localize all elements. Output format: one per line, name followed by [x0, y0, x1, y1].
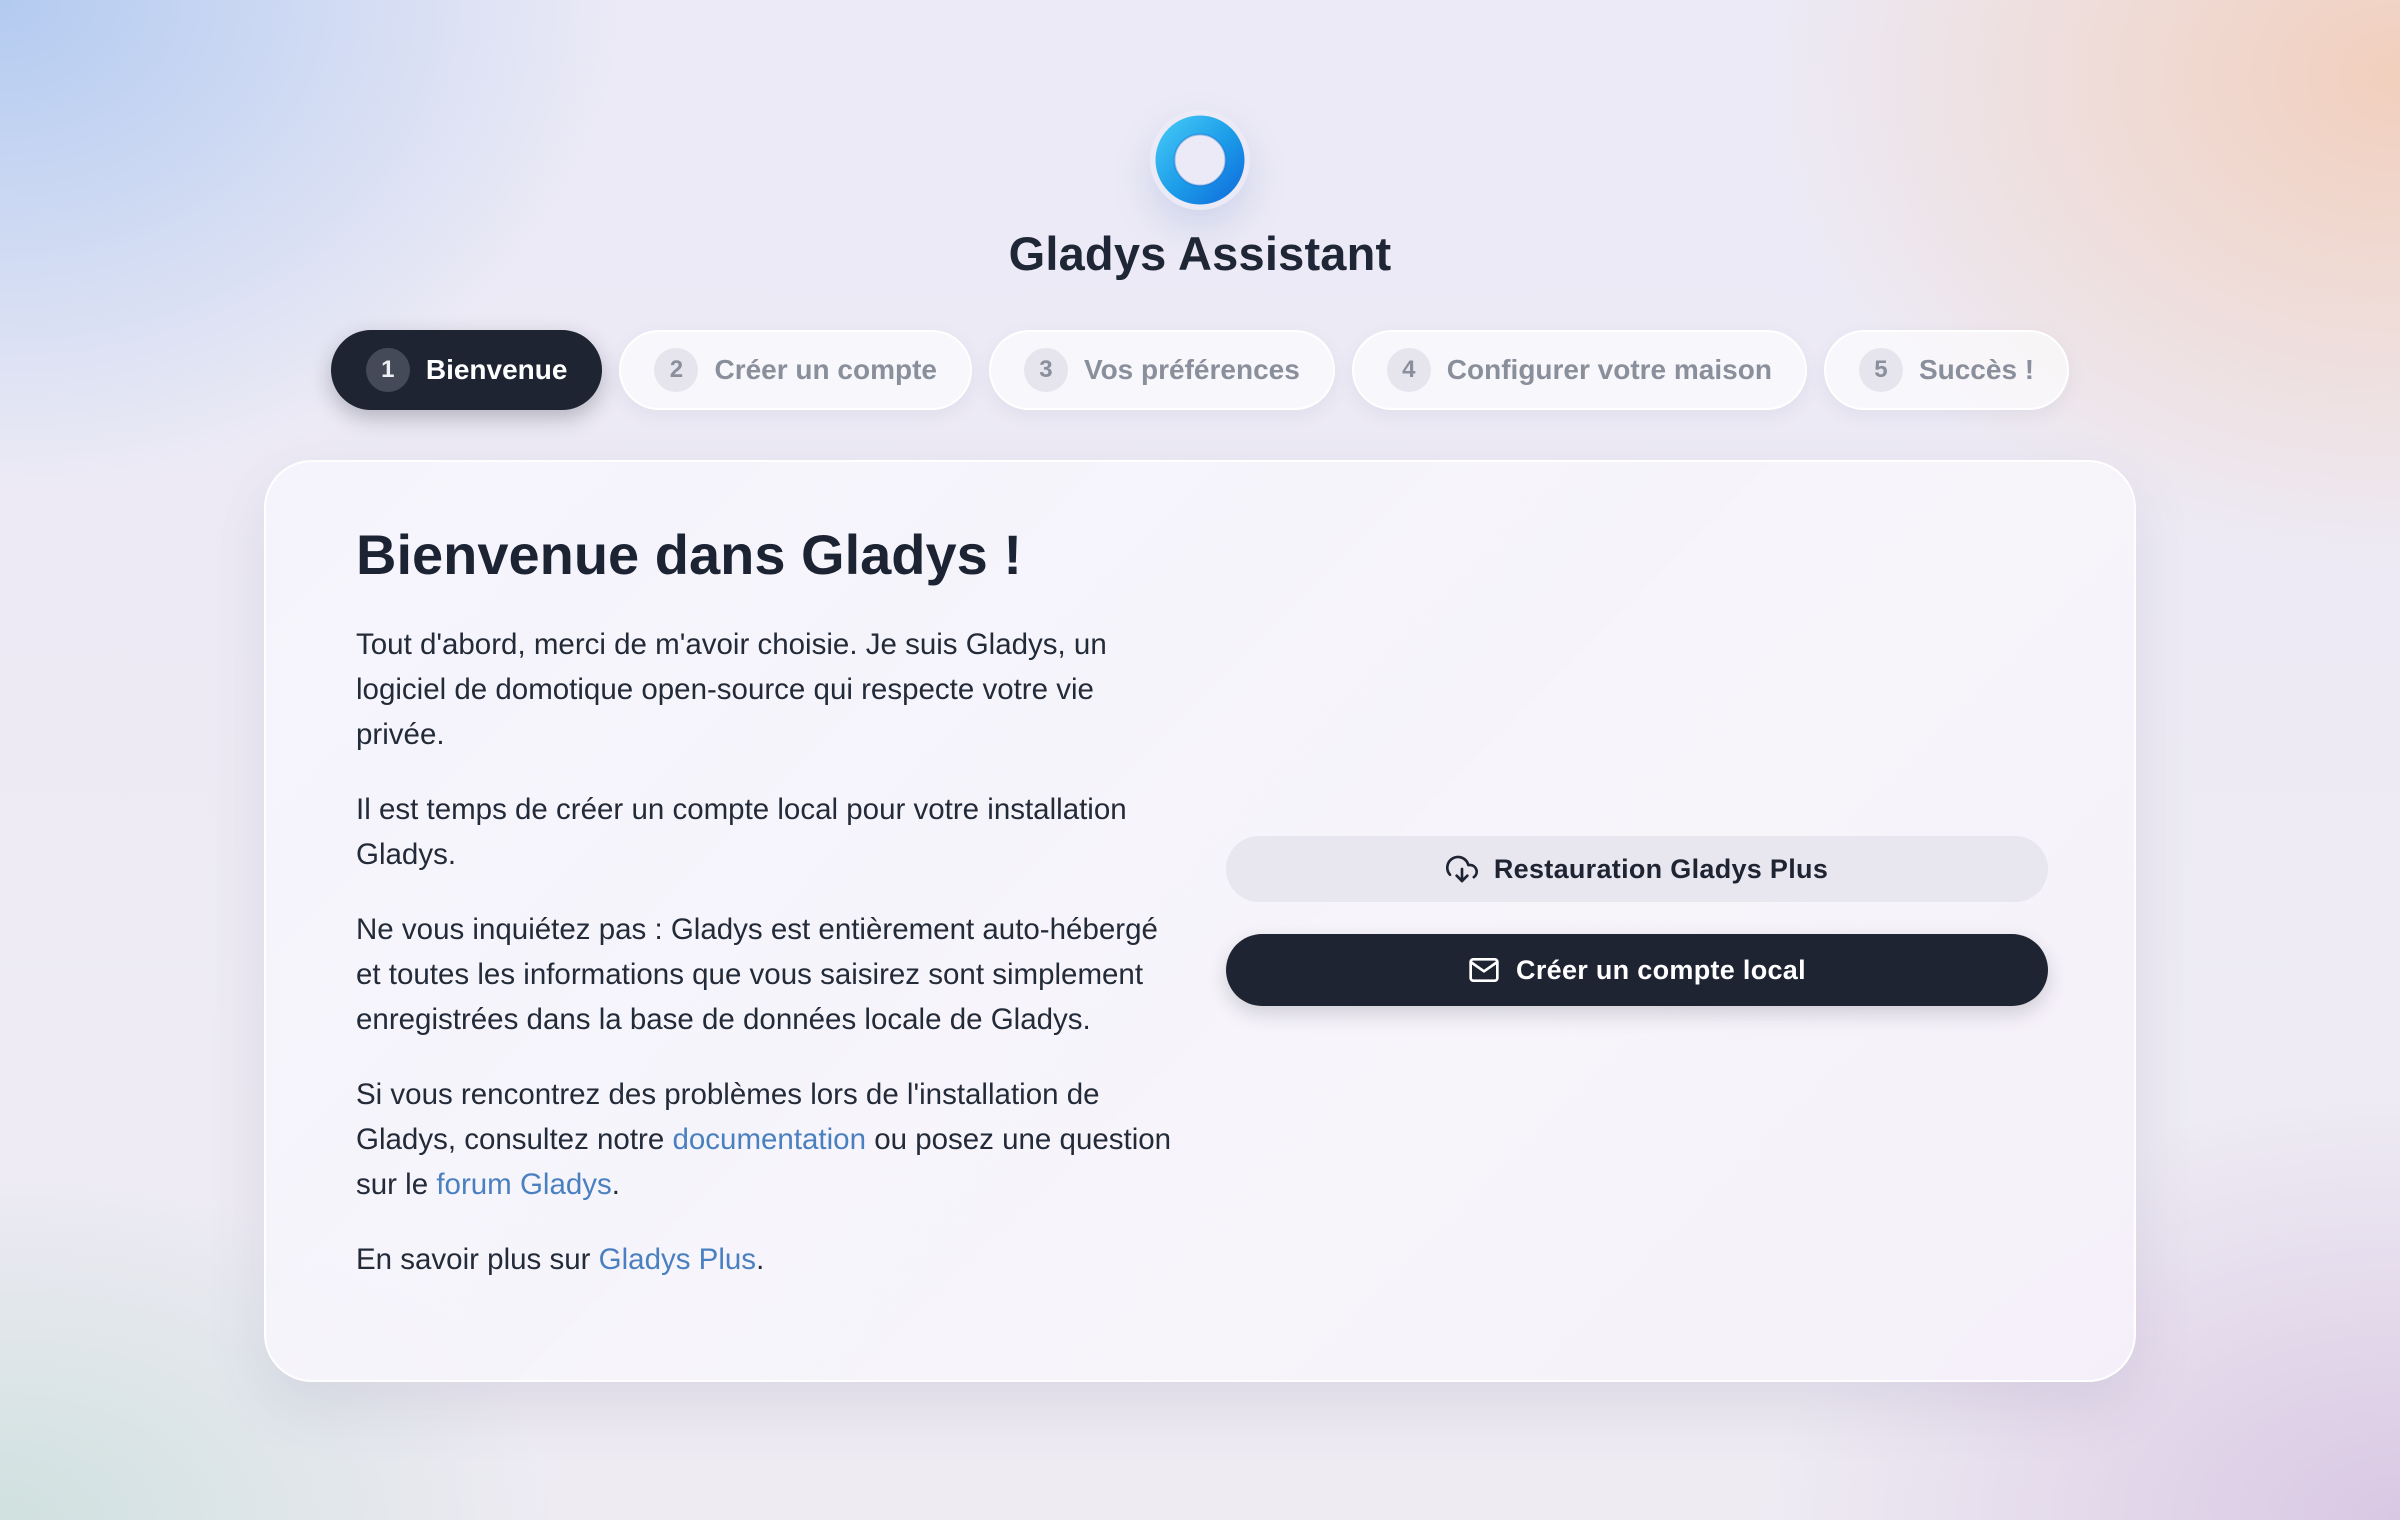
gladys-plus-paragraph: En savoir plus sur Gladys Plus.: [356, 1237, 1186, 1282]
help-paragraph: Si vous rencontrez des problèmes lors de…: [356, 1072, 1186, 1207]
cloud-download-icon: [1445, 853, 1478, 885]
create-local-account-button[interactable]: Créer un compte local: [1226, 934, 2048, 1006]
mail-icon: [1468, 954, 1500, 986]
documentation-link[interactable]: documentation: [672, 1123, 866, 1156]
actions: Restauration Gladys Plus Créer un compte…: [1226, 836, 2048, 1006]
welcome-title: Bienvenue dans Gladys !: [356, 523, 1022, 586]
step-number: 3: [1023, 348, 1068, 392]
step-vos-preferences[interactable]: 3 Vos préférences: [988, 330, 1335, 410]
gladys-plus-link[interactable]: Gladys Plus: [599, 1243, 756, 1276]
welcome-text: Tout d'abord, merci de m'avoir choisie. …: [356, 622, 1186, 1312]
setup-steps: 1 Bienvenue 2 Créer un compte 3 Vos préf…: [0, 330, 2400, 410]
gladys-plus-text: En savoir plus sur: [356, 1243, 599, 1276]
step-number: 5: [1858, 348, 1903, 392]
step-number: 4: [1386, 348, 1431, 392]
help-text-end: .: [611, 1168, 620, 1201]
step-number: 1: [365, 348, 410, 392]
step-label: Succès !: [1918, 354, 2035, 385]
step-creer-un-compte[interactable]: 2 Créer un compte: [619, 330, 972, 410]
create-button-label: Créer un compte local: [1516, 954, 1806, 985]
app-title: Gladys Assistant: [1008, 227, 1392, 280]
local-account-paragraph: Il est temps de créer un compte local po…: [356, 793, 1127, 871]
gladys-plus-text-end: .: [756, 1243, 765, 1276]
step-label: Bienvenue: [425, 354, 568, 385]
step-label: Créer un compte: [714, 354, 937, 385]
restore-button-label: Restauration Gladys Plus: [1493, 853, 1829, 884]
step-bienvenue[interactable]: 1 Bienvenue: [330, 330, 603, 410]
step-number: 2: [654, 348, 699, 392]
restore-gladys-plus-button[interactable]: Restauration Gladys Plus: [1226, 836, 2048, 902]
intro-paragraph: Tout d'abord, merci de m'avoir choisie. …: [356, 628, 1107, 751]
step-configurer-maison[interactable]: 4 Configurer votre maison: [1351, 330, 1807, 410]
gladys-logo-icon: [1150, 110, 1250, 210]
step-label: Vos préférences: [1083, 354, 1300, 385]
welcome-card: Bienvenue dans Gladys ! Tout d'abord, me…: [264, 460, 2136, 1382]
step-label: Configurer votre maison: [1446, 354, 1772, 385]
step-succes[interactable]: 5 Succès !: [1823, 330, 2070, 410]
self-hosted-paragraph: Ne vous inquiétez pas : Gladys est entiè…: [356, 913, 1158, 1036]
forum-link[interactable]: forum Gladys: [436, 1168, 611, 1201]
